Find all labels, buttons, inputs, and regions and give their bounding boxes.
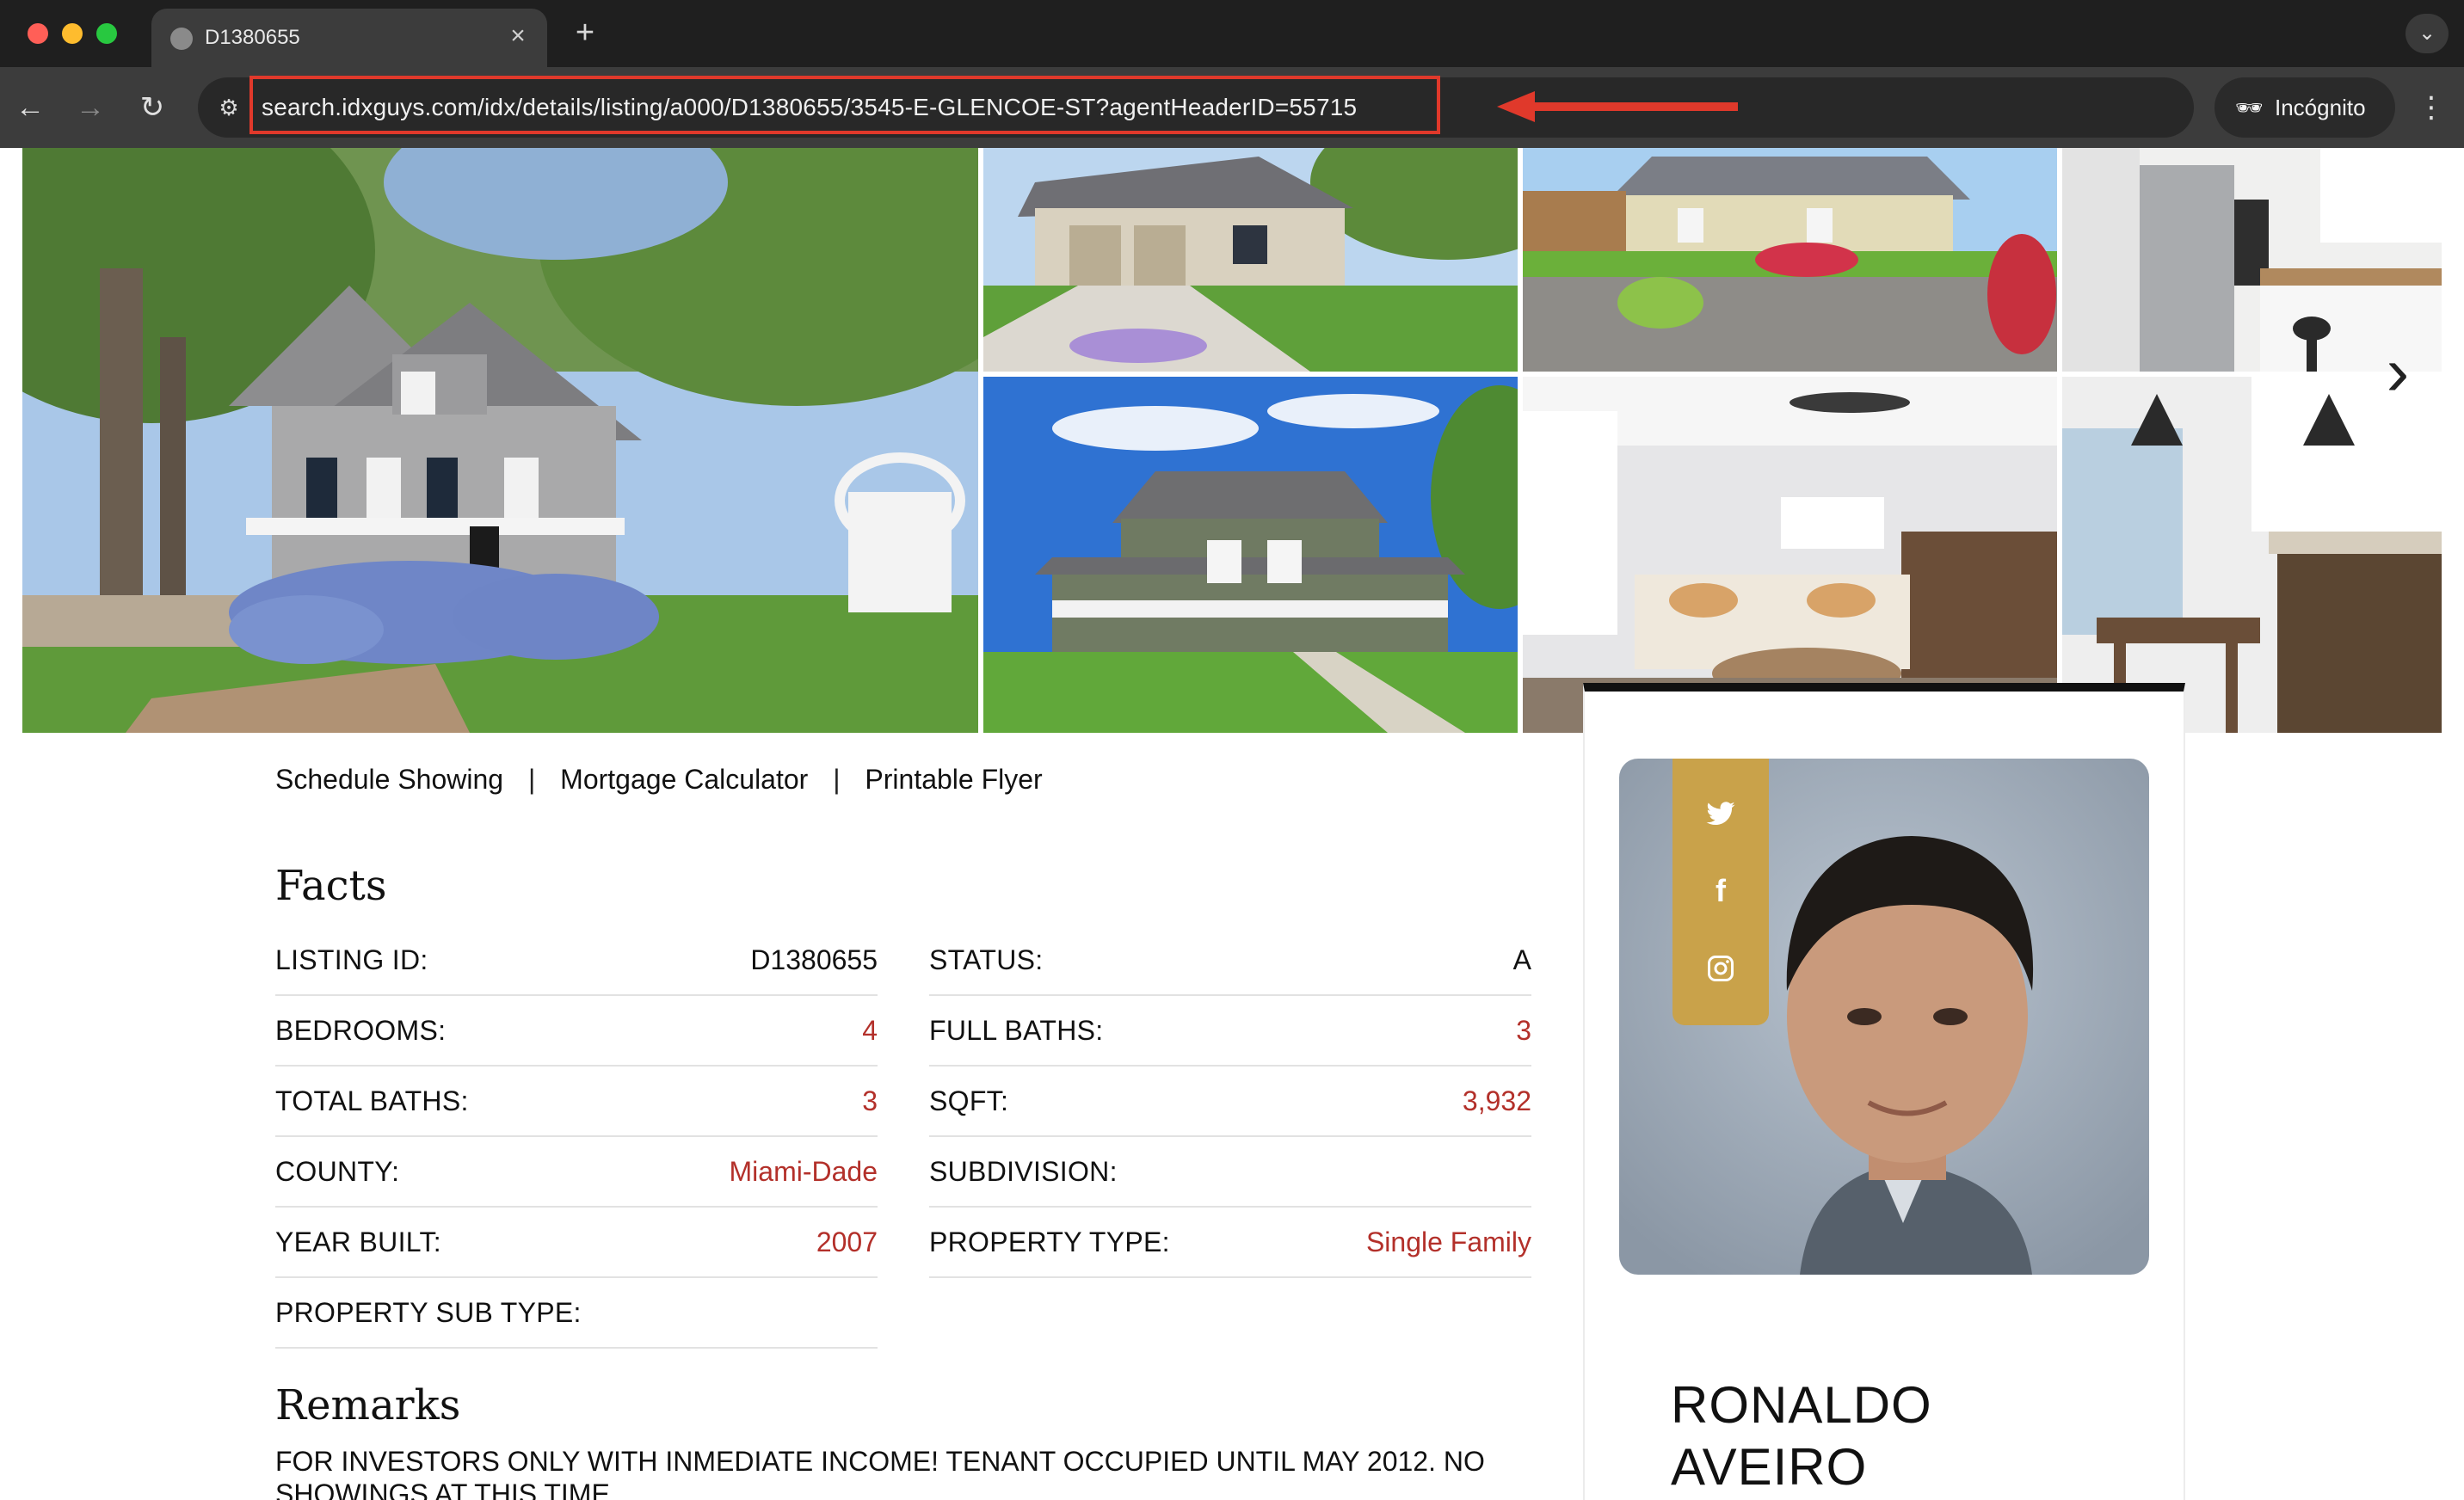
fact-total-baths: TOTAL BATHS: 3: [275, 1067, 878, 1137]
social-links: f: [1672, 759, 1769, 1025]
instagram-icon[interactable]: [1672, 943, 1769, 994]
tab-title: D1380655: [205, 26, 300, 49]
twitter-icon[interactable]: [1672, 788, 1769, 839]
reload-icon[interactable]: ↻: [131, 86, 174, 129]
dining-kitchen-photo[interactable]: [2062, 377, 2442, 733]
fact-label: PROPERTY TYPE:: [929, 1226, 1170, 1257]
fact-value[interactable]: 2007: [816, 1226, 878, 1258]
house-driveway-photo[interactable]: [983, 148, 1518, 372]
fact-label: COUNTY:: [275, 1156, 400, 1187]
zoom-window-button[interactable]: [96, 23, 117, 44]
chevron-right-icon[interactable]: ›: [2368, 320, 2428, 423]
fact-label: LISTING ID:: [275, 944, 428, 975]
fact-listing-id: LISTING ID: D1380655: [275, 925, 878, 996]
fact-value[interactable]: 3,932: [1463, 1085, 1531, 1117]
fact-year-built: YEAR BUILT: 2007: [275, 1208, 878, 1278]
tab-close-icon[interactable]: ×: [502, 21, 533, 52]
photo-gallery: ›: [0, 148, 2464, 733]
fact-sqft: SQFT: 3,932: [929, 1067, 1531, 1137]
fact-value[interactable]: Single Family: [1366, 1226, 1531, 1258]
close-window-button[interactable]: [28, 23, 48, 44]
fact-value[interactable]: 3: [1516, 1015, 1531, 1047]
two-story-house-photo[interactable]: [983, 377, 1518, 733]
annotation-arrow: [1497, 91, 1738, 122]
listing-actions: Schedule Showing | Mortgage Calculator |…: [275, 764, 1043, 796]
house-garden-photo[interactable]: [1523, 148, 2057, 372]
fact-property-sub-type: PROPERTY SUB TYPE:: [275, 1278, 878, 1349]
globe-icon: [170, 28, 193, 50]
fact-county: COUNTY: Miami-Dade: [275, 1137, 878, 1208]
remarks-heading: Remarks: [275, 1381, 461, 1429]
agent-last-name: AVEIRO: [1671, 1438, 1868, 1496]
fact-label: FULL BATHS:: [929, 1015, 1104, 1046]
tab-search-chevron-icon[interactable]: ⌄: [2405, 14, 2449, 53]
fact-value: D1380655: [750, 944, 878, 975]
browser-tab-bar: D1380655 × + ⌄: [0, 0, 2464, 67]
incognito-icon: 🕶: [2235, 95, 2264, 120]
fact-label: PROPERTY SUB TYPE:: [275, 1297, 582, 1328]
mortgage-calculator-link[interactable]: Mortgage Calculator: [560, 764, 808, 795]
url-text[interactable]: search.idxguys.com/idx/details/listing/a…: [262, 94, 1357, 121]
incognito-profile-button[interactable]: 🕶 Incógnito: [2215, 77, 2395, 138]
active-tab[interactable]: D1380655 ×: [151, 9, 547, 67]
fact-status: STATUS: A: [929, 925, 1531, 996]
browser-toolbar: ← → ↻ ⚙ search.idxguys.com/idx/details/l…: [0, 67, 2464, 148]
fact-label: STATUS:: [929, 944, 1044, 975]
fact-value: A: [1512, 944, 1531, 975]
fact-value[interactable]: Miami-Dade: [730, 1156, 878, 1188]
arrow-left-icon[interactable]: ←: [9, 86, 52, 129]
fact-label: BEDROOMS:: [275, 1015, 447, 1046]
agent-first-name: RONALDO: [1671, 1376, 1932, 1434]
minimize-window-button[interactable]: [62, 23, 83, 44]
arrow-right-icon[interactable]: →: [69, 86, 112, 129]
remarks-text: FOR INVESTORS ONLY WITH INMEDIATE INCOME…: [275, 1446, 1485, 1500]
living-room-photo[interactable]: [1523, 377, 2057, 733]
fact-label: SQFT:: [929, 1085, 1009, 1116]
facebook-icon[interactable]: f: [1672, 865, 1769, 917]
fact-label: YEAR BUILT:: [275, 1226, 441, 1257]
fact-value[interactable]: 3: [862, 1085, 878, 1117]
kebab-icon[interactable]: ⋮: [2414, 86, 2449, 129]
main-house-photo[interactable]: [22, 148, 978, 733]
profile-label: Incógnito: [2275, 95, 2366, 120]
fact-subdivision: SUBDIVISION:: [929, 1137, 1531, 1208]
fact-full-baths: FULL BATHS: 3: [929, 996, 1531, 1067]
fact-bedrooms: BEDROOMS: 4: [275, 996, 878, 1067]
fact-label: TOTAL BATHS:: [275, 1085, 469, 1116]
link-separator: |: [833, 764, 841, 795]
agent-card: f RONALDO AVEIRO: [1583, 683, 2185, 1500]
facts-heading: Facts: [275, 862, 387, 910]
address-bar[interactable]: ⚙ search.idxguys.com/idx/details/listing…: [198, 76, 2366, 138]
schedule-showing-link[interactable]: Schedule Showing: [275, 764, 503, 795]
fact-label: SUBDIVISION:: [929, 1156, 1118, 1187]
link-separator: |: [527, 764, 536, 795]
new-tab-icon[interactable]: +: [568, 15, 602, 50]
tune-icon[interactable]: ⚙: [210, 89, 248, 126]
fact-value[interactable]: 4: [862, 1015, 878, 1047]
printable-flyer-link[interactable]: Printable Flyer: [865, 764, 1042, 795]
fact-property-type: PROPERTY TYPE: Single Family: [929, 1208, 1531, 1278]
agent-name[interactable]: RONALDO AVEIRO: [1671, 1374, 1932, 1498]
